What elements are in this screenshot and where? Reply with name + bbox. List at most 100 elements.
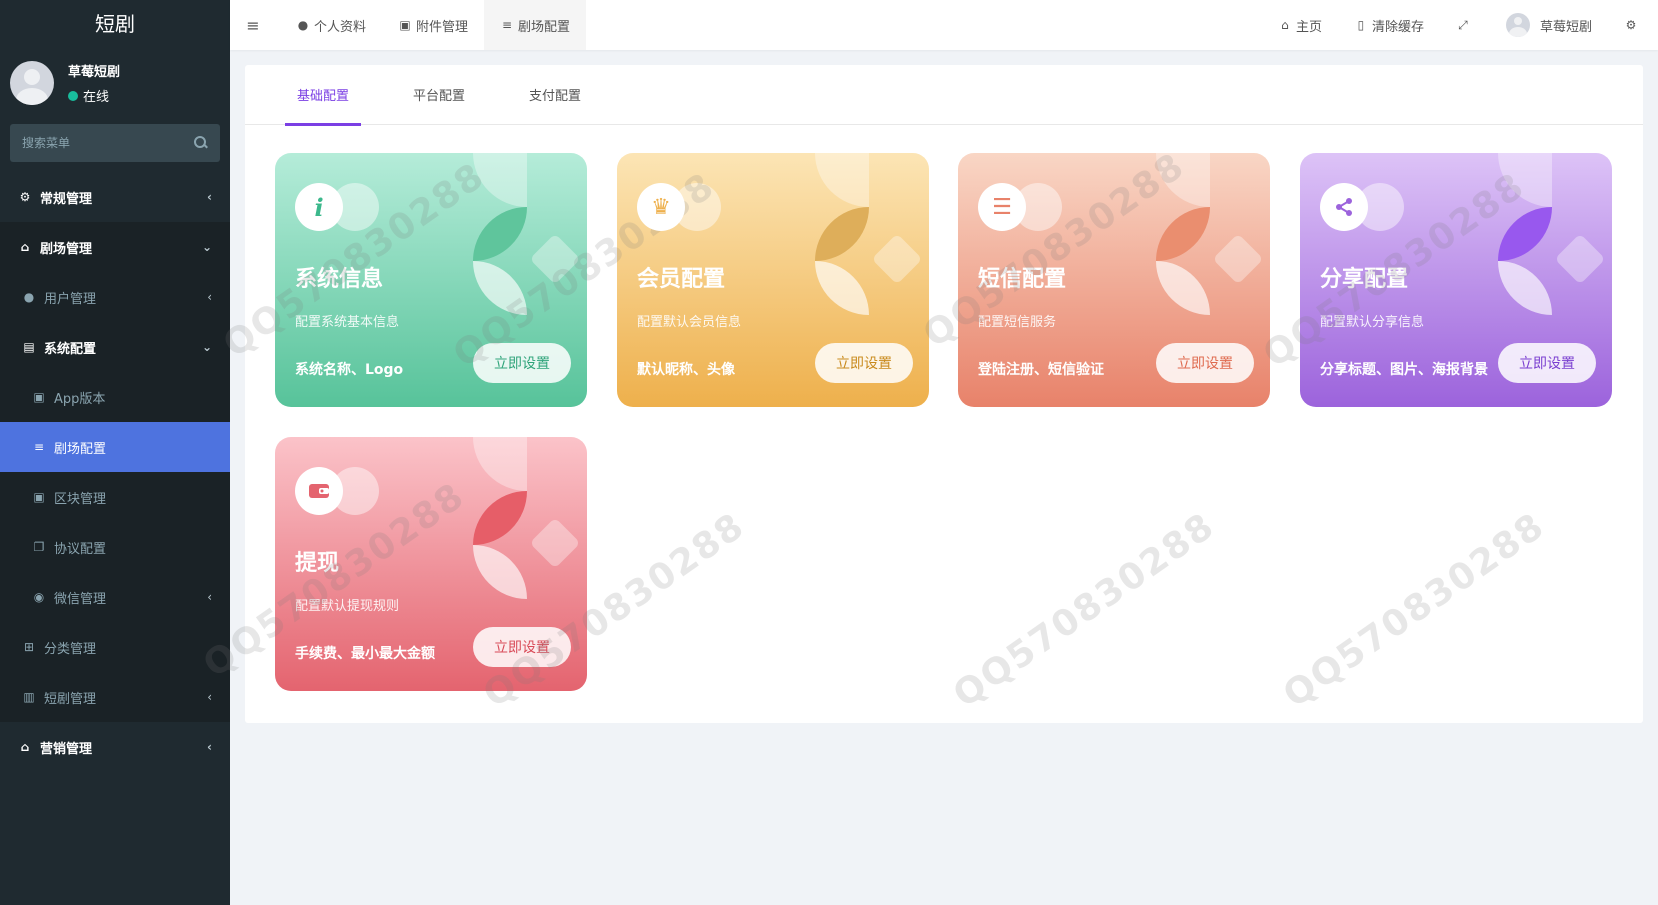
user-menu[interactable]: 草莓短剧 xyxy=(1490,0,1608,50)
info-icon: i xyxy=(295,183,343,231)
sidebar-item-app-version[interactable]: ▣ App版本 xyxy=(0,372,230,422)
decor-shape xyxy=(473,437,527,491)
chevron-down-icon: ⌄ xyxy=(201,340,212,354)
setup-button[interactable]: 立即设置 xyxy=(1156,343,1254,383)
user-icon: ● xyxy=(23,290,35,304)
shopping-bag-icon: ▥ xyxy=(23,690,35,704)
avatar xyxy=(10,61,54,105)
crown-icon: ♛ xyxy=(637,183,685,231)
home-label: 主页 xyxy=(1295,19,1322,35)
sidebar-item-label: App版本 xyxy=(54,391,106,407)
sidebar-item-label: 系统配置 xyxy=(44,341,97,357)
tab-label: 剧场配置 xyxy=(518,19,571,35)
trash-icon: ▯ xyxy=(1357,18,1365,32)
sidebar-item-label: 分类管理 xyxy=(44,641,97,657)
copy-icon: ❐ xyxy=(33,540,45,554)
sidebar-item-label: 微信管理 xyxy=(54,591,107,607)
sidebar-item-label: 剧场配置 xyxy=(54,441,107,457)
avatar xyxy=(1505,13,1530,37)
decor-shape xyxy=(1212,233,1264,285)
sidebar-item-category[interactable]: ⊞ 分类管理 xyxy=(0,622,230,672)
home-link[interactable]: ⌂ 主页 xyxy=(1262,0,1338,50)
share-icon xyxy=(1320,183,1368,231)
card-withdraw-config: 提现 配置默认提现规则 手续费、最小最大金额 立即设置 xyxy=(275,437,587,691)
sidebar-menu: ⚙ 常规管理 ‹ ⌂ 剧场管理 ⌄ ● 用户管理 ‹ ▤ 系统配置 ⌄ ▣ Ap… xyxy=(0,172,230,772)
file-image-icon: ▣ xyxy=(399,18,411,32)
tab-label: 个人资料 xyxy=(314,19,367,35)
username: 草莓短剧 xyxy=(1539,19,1592,35)
sidebar-item-drama[interactable]: ▥ 短剧管理 ‹ xyxy=(0,672,230,722)
clear-cache-button[interactable]: ▯ 清除缓存 xyxy=(1338,0,1440,50)
image-icon: ▣ xyxy=(33,490,45,504)
home-icon: ⌂ xyxy=(1281,18,1289,32)
brand-logo[interactable]: 短剧 xyxy=(0,0,230,48)
decor-shape xyxy=(1156,207,1210,261)
card-title: 提现 xyxy=(295,551,340,576)
wechat-icon: ◉ xyxy=(33,590,45,604)
card-title: 短信配置 xyxy=(978,267,1067,292)
chevron-left-icon: ‹ xyxy=(207,190,212,204)
chevron-left-icon: ‹ xyxy=(207,590,212,604)
tab-profile[interactable]: ● 个人资料 xyxy=(280,0,382,50)
tab-platform-config[interactable]: 平台配置 xyxy=(401,65,477,125)
card-title: 系统信息 xyxy=(295,267,384,292)
chevron-left-icon: ‹ xyxy=(207,290,212,304)
tab-theater-config[interactable]: ≡ 剧场配置 xyxy=(484,0,587,50)
decor-shape xyxy=(815,207,869,261)
card-title: 分享配置 xyxy=(1320,267,1409,292)
top-navbar: ≡ ● 个人资料 ▣ 附件管理 ≡ 剧场配置 ⌂ 主页 ▯ 清除缓存 ⤢ 草莓短… xyxy=(230,0,1658,50)
user-name: 草莓短剧 xyxy=(68,65,121,80)
search-input[interactable] xyxy=(22,136,194,150)
config-tabs: 基础配置 平台配置 支付配置 xyxy=(245,65,1643,126)
setup-button[interactable]: 立即设置 xyxy=(815,343,913,383)
settings-button[interactable]: ⚙ xyxy=(1608,0,1658,50)
decor-shape xyxy=(1498,207,1552,261)
expand-icon: ⤢ xyxy=(1458,17,1468,32)
user-icon: ● xyxy=(297,18,309,32)
sidebar-item-users[interactable]: ● 用户管理 ‹ xyxy=(0,272,230,322)
setup-button[interactable]: 立即设置 xyxy=(473,627,571,667)
card-features: 默认昵称、头像 xyxy=(637,362,735,378)
menu-toggle-button[interactable]: ≡ xyxy=(230,0,280,50)
sliders-icon: ≡ xyxy=(502,18,513,32)
tab-payment-config[interactable]: 支付配置 xyxy=(517,65,593,125)
decor-shape xyxy=(473,153,527,207)
setup-button[interactable]: 立即设置 xyxy=(1498,343,1596,383)
sidebar-item-label: 用户管理 xyxy=(44,291,97,307)
sidebar-item-blocks[interactable]: ▣ 区块管理 xyxy=(0,472,230,522)
sidebar-item-label: 常规管理 xyxy=(40,191,93,207)
sidebar-item-marketing[interactable]: ⌂ 营销管理 ‹ xyxy=(0,722,230,772)
sidebar-item-agreement[interactable]: ❐ 协议配置 xyxy=(0,522,230,572)
sliders-icon: ≡ xyxy=(33,440,45,454)
setup-button[interactable]: 立即设置 xyxy=(473,343,571,383)
decor-shape xyxy=(529,233,581,285)
wallet-icon xyxy=(295,467,343,515)
decor-shape xyxy=(473,207,527,261)
card-features: 登陆注册、短信验证 xyxy=(978,362,1104,378)
decor-shape xyxy=(1554,233,1606,285)
search-icon[interactable] xyxy=(194,136,208,150)
card-desc: 配置默认会员信息 xyxy=(637,315,742,330)
sidebar-item-theater[interactable]: ⌂ 剧场管理 ⌄ xyxy=(0,222,230,272)
decor-shape xyxy=(1156,261,1210,315)
chevron-left-icon: ‹ xyxy=(207,740,212,754)
sidebar-item-theater-config[interactable]: ≡ 剧场配置 xyxy=(0,422,230,472)
card-features: 手续费、最小最大金额 xyxy=(295,646,435,662)
fullscreen-button[interactable]: ⤢ xyxy=(1440,0,1490,50)
sidebar-item-general[interactable]: ⚙ 常规管理 ‹ xyxy=(0,172,230,222)
sidebar-item-label: 短剧管理 xyxy=(44,691,97,707)
sidebar-item-system-config[interactable]: ▤ 系统配置 ⌄ xyxy=(0,322,230,372)
card-share-config: 分享配置 配置默认分享信息 分享标题、图片、海报背景 立即设置 xyxy=(1300,153,1612,407)
cogs-icon: ⚙ xyxy=(1625,18,1637,32)
sidebar-item-label: 协议配置 xyxy=(54,541,107,557)
card-desc: 配置短信服务 xyxy=(978,315,1057,330)
decor-shape xyxy=(529,517,581,569)
tab-attachments[interactable]: ▣ 附件管理 xyxy=(382,0,484,50)
decor-shape xyxy=(473,261,527,315)
card-system-info: i 系统信息 配置系统基本信息 系统名称、Logo 立即设置 xyxy=(275,153,587,407)
tab-basic-config[interactable]: 基础配置 xyxy=(285,65,362,126)
sidebar-item-wechat[interactable]: ◉ 微信管理 ‹ xyxy=(0,572,230,622)
home-icon: ⌂ xyxy=(20,240,30,254)
status-text: 在线 xyxy=(83,90,110,105)
decor-shape xyxy=(815,153,869,207)
